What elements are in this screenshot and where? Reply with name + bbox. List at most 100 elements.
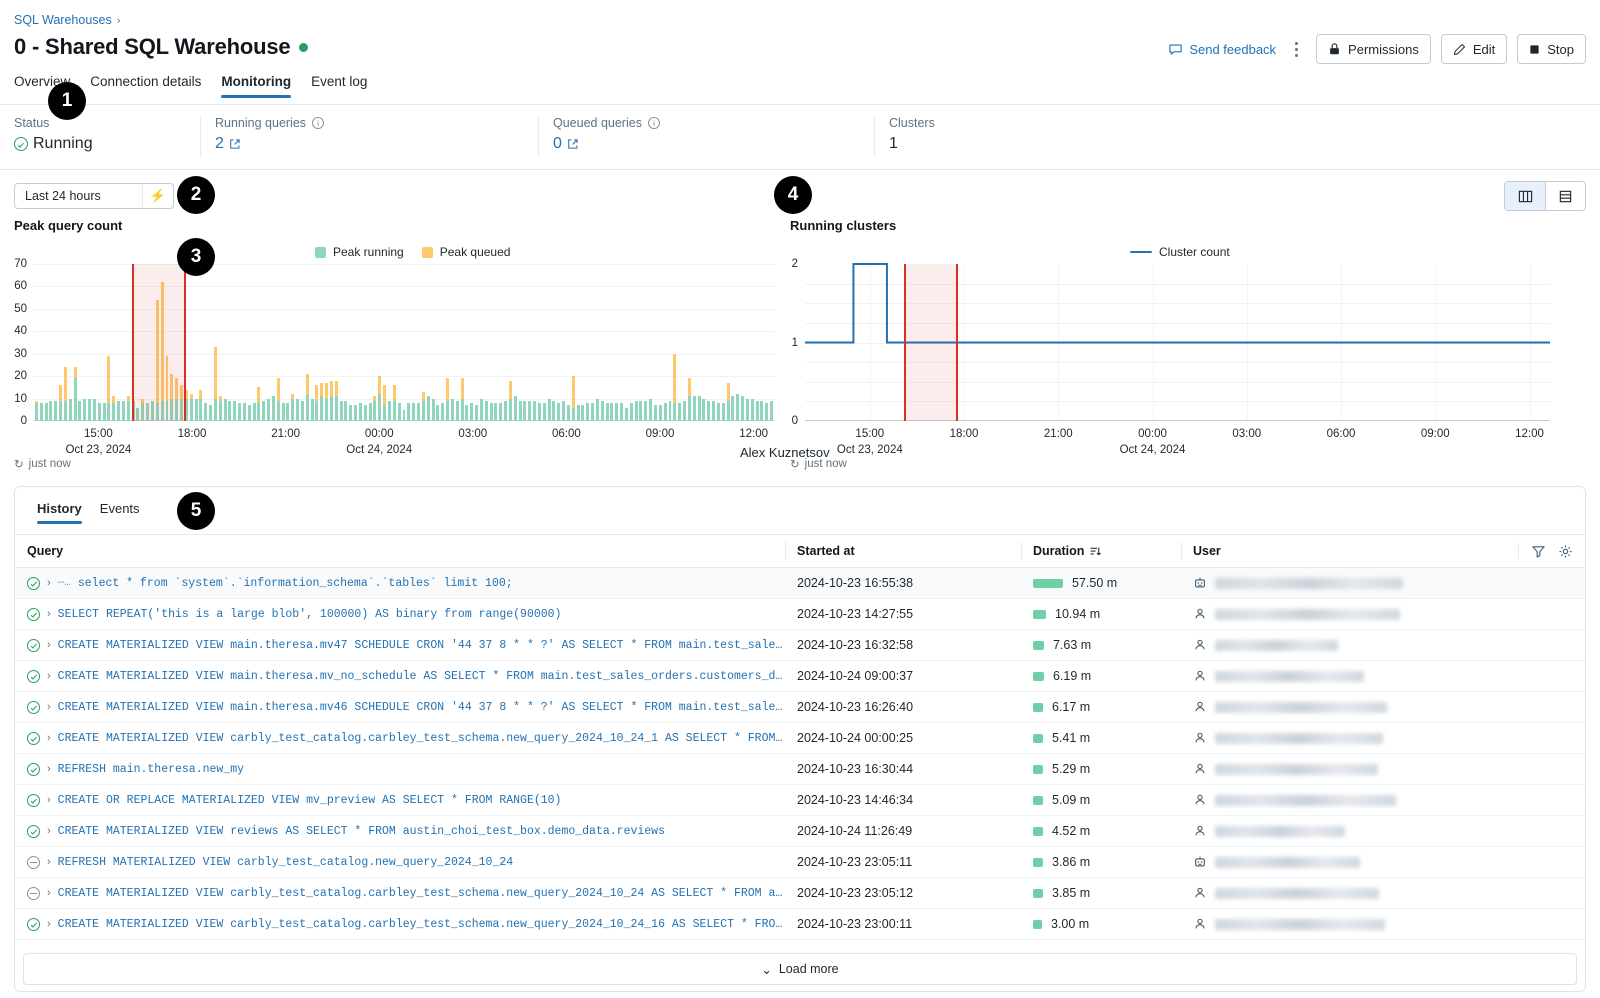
expand-chevron-icon[interactable]: › bbox=[47, 763, 51, 775]
status-success-icon[interactable] bbox=[27, 639, 40, 652]
expand-chevron-icon[interactable]: › bbox=[47, 856, 51, 868]
more-options-button[interactable] bbox=[1286, 37, 1306, 61]
info-icon[interactable]: i bbox=[312, 117, 324, 129]
bar-peak-running bbox=[707, 401, 710, 421]
sort-descending-icon[interactable] bbox=[1089, 545, 1102, 558]
query-text[interactable]: SELECT REPEAT('this is a large blob', 10… bbox=[58, 608, 562, 621]
info-icon[interactable]: i bbox=[648, 117, 660, 129]
table-row[interactable]: › CREATE MATERIALIZED VIEW carbly_test_ca… bbox=[15, 878, 1585, 909]
query-text[interactable]: CREATE MATERIALIZED VIEW carbly_test_cat… bbox=[58, 732, 785, 745]
expand-chevron-icon[interactable]: › bbox=[47, 639, 51, 651]
table-row[interactable]: › CREATE MATERIALIZED VIEW reviews AS SEL… bbox=[15, 816, 1585, 847]
cell-query[interactable]: › CREATE MATERIALIZED VIEW carbly_test_ca… bbox=[15, 887, 785, 900]
query-text[interactable]: CREATE OR REPLACE MATERIALIZED VIEW mv_p… bbox=[58, 794, 562, 807]
expand-chevron-icon[interactable]: › bbox=[47, 825, 51, 837]
table-row[interactable]: › REFRESH main.theresa.new_my 2024-10-23 1… bbox=[15, 754, 1585, 785]
gear-icon[interactable] bbox=[1558, 544, 1573, 559]
status-success-icon[interactable] bbox=[27, 670, 40, 683]
status-success-icon[interactable] bbox=[27, 794, 40, 807]
cell-query[interactable]: › REFRESH main.theresa.new_my bbox=[15, 763, 785, 776]
query-text[interactable]: CREATE MATERIALIZED VIEW main.theresa.mv… bbox=[58, 639, 785, 652]
query-text[interactable]: select * from `system`.`information_sche… bbox=[78, 577, 513, 590]
query-text[interactable]: CREATE MATERIALIZED VIEW carbly_test_cat… bbox=[58, 887, 785, 900]
column-header-duration[interactable]: Duration bbox=[1021, 535, 1181, 567]
cell-query[interactable]: › CREATE MATERIALIZED VIEW reviews AS SEL… bbox=[15, 825, 785, 838]
cell-query[interactable]: › —… select * from `system`.`information_s… bbox=[15, 577, 785, 590]
time-range-selector[interactable]: Last 24 hours ⚡ bbox=[14, 183, 174, 209]
table-row[interactable]: › CREATE OR REPLACE MATERIALIZED VIEW mv_… bbox=[15, 785, 1585, 816]
expand-chevron-icon[interactable]: › bbox=[47, 608, 51, 620]
permissions-button[interactable]: Permissions bbox=[1316, 34, 1431, 64]
status-cancelled-icon[interactable] bbox=[27, 856, 40, 869]
bar-group bbox=[698, 264, 701, 421]
bar-peak-running bbox=[683, 401, 686, 421]
load-more-button[interactable]: ⌄ Load more bbox=[23, 953, 1577, 985]
table-row[interactable]: › CREATE MATERIALIZED VIEW main.theresa.m… bbox=[15, 692, 1585, 723]
cell-query[interactable]: › SELECT REPEAT('this is a large blob', 1… bbox=[15, 608, 785, 621]
table-row[interactable]: › SELECT REPEAT('this is a large blob', 1… bbox=[15, 599, 1585, 630]
external-link-icon[interactable] bbox=[229, 138, 241, 150]
running-clusters-plot[interactable]: 0 1 2 15:00 18:00 21:00 00:00 03:00 06:00 09:00 12… bbox=[805, 264, 1550, 421]
table-row[interactable]: › REFRESH MATERIALIZED VIEW carbly_test_c… bbox=[15, 847, 1585, 878]
bar-peak-running bbox=[664, 403, 667, 421]
refresh-icon[interactable]: ↻ bbox=[14, 457, 24, 471]
query-text[interactable]: REFRESH main.theresa.new_my bbox=[58, 763, 244, 776]
status-success-icon[interactable] bbox=[27, 732, 40, 745]
table-row[interactable]: › CREATE MATERIALIZED VIEW main.theresa.m… bbox=[15, 661, 1585, 692]
cell-query[interactable]: › CREATE MATERIALIZED VIEW carbly_test_ca… bbox=[15, 918, 785, 931]
filter-icon[interactable] bbox=[1531, 544, 1546, 559]
expand-chevron-icon[interactable]: › bbox=[47, 918, 51, 930]
tab-connection-details[interactable]: Connection details bbox=[90, 74, 201, 98]
status-success-icon[interactable] bbox=[27, 608, 40, 621]
cell-query[interactable]: › REFRESH MATERIALIZED VIEW carbly_test_c… bbox=[15, 856, 785, 869]
cell-query[interactable]: › CREATE MATERIALIZED VIEW main.theresa.m… bbox=[15, 701, 785, 714]
tab-event-log[interactable]: Event log bbox=[311, 74, 367, 98]
stop-button[interactable]: Stop bbox=[1517, 34, 1586, 64]
status-cancelled-icon[interactable] bbox=[27, 887, 40, 900]
chart-selection-band[interactable] bbox=[904, 264, 958, 421]
cell-query[interactable]: › CREATE MATERIALIZED VIEW carbly_test_ca… bbox=[15, 732, 785, 745]
status-success-icon[interactable] bbox=[27, 763, 40, 776]
status-success-icon[interactable] bbox=[27, 577, 40, 590]
query-text[interactable]: CREATE MATERIALIZED VIEW carbly_test_cat… bbox=[58, 918, 785, 931]
rows-view-icon[interactable] bbox=[1545, 182, 1585, 210]
expand-chevron-icon[interactable]: › bbox=[47, 887, 51, 899]
table-row[interactable]: › CREATE MATERIALIZED VIEW main.theresa.m… bbox=[15, 630, 1585, 661]
query-text[interactable]: CREATE MATERIALIZED VIEW reviews AS SELE… bbox=[58, 825, 665, 838]
table-row[interactable]: › —… select * from `system`.`information_s… bbox=[15, 568, 1585, 599]
table-body[interactable]: › —… select * from `system`.`information_s… bbox=[15, 568, 1585, 947]
edit-button[interactable]: Edit bbox=[1441, 34, 1507, 64]
status-success-icon[interactable] bbox=[27, 918, 40, 931]
send-feedback-button[interactable]: Send feedback bbox=[1168, 42, 1276, 57]
query-text[interactable]: REFRESH MATERIALIZED VIEW carbly_test_ca… bbox=[58, 856, 513, 869]
cell-query[interactable]: › CREATE MATERIALIZED VIEW main.theresa.m… bbox=[15, 639, 785, 652]
columns-view-icon[interactable] bbox=[1505, 182, 1545, 210]
column-header-query[interactable]: Query bbox=[15, 535, 785, 567]
expand-chevron-icon[interactable]: › bbox=[47, 794, 51, 806]
cell-query[interactable]: › CREATE MATERIALIZED VIEW main.theresa.m… bbox=[15, 670, 785, 683]
tab-history[interactable]: History bbox=[37, 501, 82, 524]
tab-events[interactable]: Events bbox=[100, 501, 140, 524]
status-success-icon[interactable] bbox=[27, 701, 40, 714]
status-success-icon[interactable] bbox=[27, 825, 40, 838]
stat-queued-queries-value[interactable]: 0 bbox=[553, 135, 562, 153]
breadcrumb-link-sql-warehouses[interactable]: SQL Warehouses bbox=[14, 13, 112, 27]
expand-chevron-icon[interactable]: › bbox=[47, 701, 51, 713]
chart-selection-band[interactable] bbox=[132, 264, 185, 421]
bar-group bbox=[344, 264, 347, 421]
column-header-started-at[interactable]: Started at bbox=[785, 535, 1021, 567]
query-text[interactable]: CREATE MATERIALIZED VIEW main.theresa.mv… bbox=[58, 670, 785, 683]
query-text[interactable]: CREATE MATERIALIZED VIEW main.theresa.mv… bbox=[58, 701, 785, 714]
table-row[interactable]: › CREATE MATERIALIZED VIEW carbly_test_ca… bbox=[15, 723, 1585, 754]
peak-query-count-plot[interactable]: 0 10 20 30 40 50 60 70 15:00 18:00 21:00 00:00 03:00… bbox=[34, 264, 774, 421]
stat-running-queries-value[interactable]: 2 bbox=[215, 135, 224, 153]
lightning-icon[interactable]: ⚡ bbox=[143, 188, 173, 204]
table-row[interactable]: › CREATE MATERIALIZED VIEW carbly_test_ca… bbox=[15, 909, 1585, 940]
expand-chevron-icon[interactable]: › bbox=[47, 670, 51, 682]
cell-query[interactable]: › CREATE OR REPLACE MATERIALIZED VIEW mv_… bbox=[15, 794, 785, 807]
chart-view-toggle[interactable] bbox=[1504, 181, 1586, 211]
tab-monitoring[interactable]: Monitoring bbox=[221, 74, 291, 98]
expand-chevron-icon[interactable]: › bbox=[47, 577, 51, 589]
expand-chevron-icon[interactable]: › bbox=[47, 732, 51, 744]
external-link-icon[interactable] bbox=[567, 138, 579, 150]
